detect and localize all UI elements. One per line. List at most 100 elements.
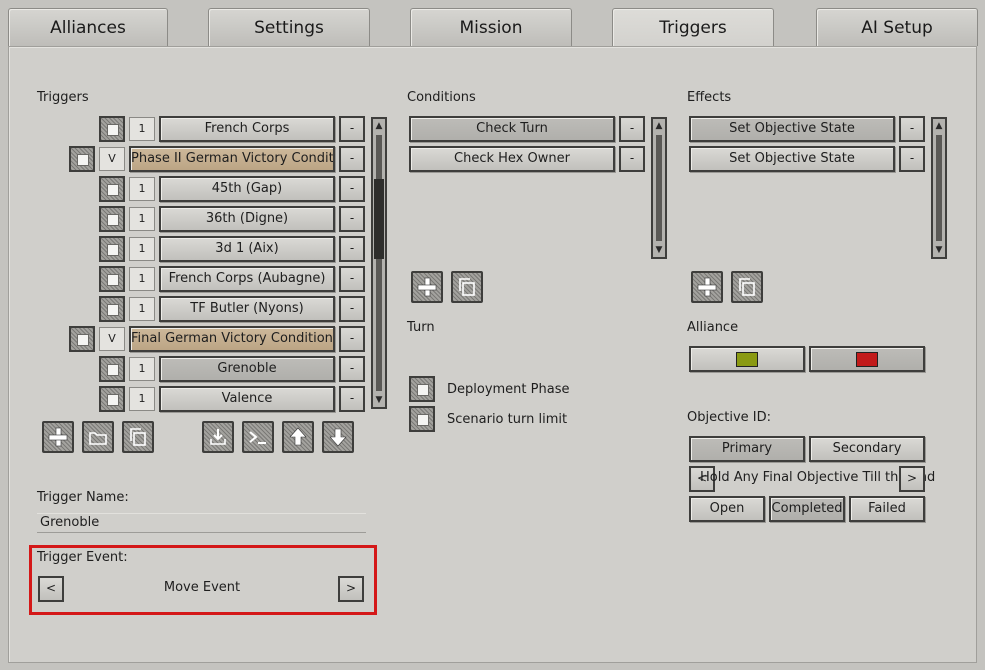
trigger-count: 1 bbox=[129, 357, 155, 381]
add-condition-button[interactable] bbox=[411, 271, 443, 303]
tab-triggers[interactable]: Triggers bbox=[612, 8, 774, 48]
copy-icon bbox=[739, 278, 755, 296]
trigger-event-prev-button[interactable]: < bbox=[38, 576, 64, 602]
trigger-item[interactable]: Valence bbox=[159, 386, 335, 412]
conditions-scrollbar[interactable]: ▲ ▼ bbox=[651, 117, 667, 259]
condition-item[interactable]: Check Hex Owner bbox=[409, 146, 615, 172]
trigger-name-field[interactable]: Grenoble bbox=[37, 513, 366, 533]
trigger-checkbox[interactable] bbox=[99, 236, 125, 262]
tab-ai-setup[interactable]: AI Setup bbox=[816, 8, 978, 46]
scroll-up-icon[interactable]: ▲ bbox=[373, 119, 385, 133]
trigger-remove-button[interactable]: - bbox=[339, 116, 365, 142]
trigger-remove-button[interactable]: - bbox=[339, 146, 365, 172]
copy-icon bbox=[459, 278, 475, 296]
effect-item[interactable]: Set Objective State bbox=[689, 146, 895, 172]
add-effect-button[interactable] bbox=[691, 271, 723, 303]
scroll-track[interactable] bbox=[376, 135, 382, 391]
triggers-heading: Triggers bbox=[37, 90, 89, 105]
scenario-turn-limit-label: Scenario turn limit bbox=[447, 412, 568, 427]
script-button[interactable] bbox=[242, 421, 274, 453]
effect-item-selected[interactable]: Set Objective State bbox=[689, 116, 895, 142]
trigger-checkbox[interactable] bbox=[99, 386, 125, 412]
add-trigger-button[interactable] bbox=[42, 421, 74, 453]
trigger-event-value: Move Event bbox=[163, 580, 241, 595]
trigger-checkbox[interactable] bbox=[99, 266, 125, 292]
add-folder-button[interactable] bbox=[82, 421, 114, 453]
trigger-item[interactable]: Phase II German Victory Conditions bbox=[129, 146, 335, 172]
trigger-remove-button[interactable]: - bbox=[339, 236, 365, 262]
trigger-count: V bbox=[99, 327, 125, 351]
trigger-remove-button[interactable]: - bbox=[339, 356, 365, 382]
triggers-scrollbar[interactable]: ▲ ▼ bbox=[371, 117, 387, 409]
objective-name: Hold Any Final Objective Till the End bbox=[700, 470, 936, 485]
trigger-item[interactable]: French Corps (Aubagne) bbox=[159, 266, 335, 292]
trigger-remove-button[interactable]: - bbox=[339, 266, 365, 292]
trigger-count: 1 bbox=[129, 207, 155, 231]
scroll-down-icon[interactable]: ▼ bbox=[933, 243, 945, 257]
scenario-turn-limit-checkbox[interactable] bbox=[409, 406, 435, 432]
objective-id-heading: Objective ID: bbox=[687, 410, 771, 425]
plus-icon bbox=[697, 277, 717, 297]
objective-next-button[interactable]: > bbox=[899, 466, 925, 492]
primary-objective-button[interactable]: Primary bbox=[689, 436, 805, 462]
effects-scrollbar[interactable]: ▲ ▼ bbox=[931, 117, 947, 259]
copy-condition-button[interactable] bbox=[451, 271, 483, 303]
tab-settings[interactable]: Settings bbox=[208, 8, 370, 46]
condition-item-selected[interactable]: Check Turn bbox=[409, 116, 615, 142]
trigger-remove-button[interactable]: - bbox=[339, 176, 365, 202]
alliance-1-color-swatch bbox=[736, 352, 758, 367]
condition-remove-button[interactable]: - bbox=[619, 116, 645, 142]
trigger-item[interactable]: TF Butler (Nyons) bbox=[159, 296, 335, 322]
conditions-heading: Conditions bbox=[407, 90, 476, 105]
condition-remove-button[interactable]: - bbox=[619, 146, 645, 172]
trigger-item[interactable]: 3d 1 (Aix) bbox=[159, 236, 335, 262]
trigger-item[interactable]: French Corps bbox=[159, 116, 335, 142]
trigger-remove-button[interactable]: - bbox=[339, 386, 365, 412]
trigger-item[interactable]: Final German Victory Conditions bbox=[129, 326, 335, 352]
scroll-down-icon[interactable]: ▼ bbox=[373, 393, 385, 407]
copy-effect-button[interactable] bbox=[731, 271, 763, 303]
scroll-track[interactable] bbox=[936, 135, 942, 241]
trigger-checkbox[interactable] bbox=[99, 176, 125, 202]
move-up-button[interactable] bbox=[282, 421, 314, 453]
scroll-track[interactable] bbox=[656, 135, 662, 241]
trigger-remove-button[interactable]: - bbox=[339, 206, 365, 232]
trigger-remove-button[interactable]: - bbox=[339, 296, 365, 322]
trigger-checkbox[interactable] bbox=[99, 206, 125, 232]
trigger-item-selected[interactable]: Grenoble bbox=[159, 356, 335, 382]
trigger-count: 1 bbox=[129, 177, 155, 201]
alliance-1-button[interactable] bbox=[689, 346, 805, 372]
arrow-down-icon bbox=[329, 428, 347, 447]
copy-trigger-button[interactable] bbox=[122, 421, 154, 453]
objective-state-open-button[interactable]: Open bbox=[689, 496, 765, 522]
trigger-event-next-button[interactable]: > bbox=[338, 576, 364, 602]
trigger-item[interactable]: 36th (Digne) bbox=[159, 206, 335, 232]
tab-alliances[interactable]: Alliances bbox=[8, 8, 168, 46]
trigger-remove-button[interactable]: - bbox=[339, 326, 365, 352]
trigger-checkbox[interactable] bbox=[99, 116, 125, 142]
trigger-count: 1 bbox=[129, 387, 155, 411]
effect-remove-button[interactable]: - bbox=[899, 146, 925, 172]
effects-heading: Effects bbox=[687, 90, 732, 105]
import-button[interactable] bbox=[202, 421, 234, 453]
trigger-checkbox[interactable] bbox=[99, 296, 125, 322]
plus-icon bbox=[417, 277, 437, 297]
secondary-objective-button[interactable]: Secondary bbox=[809, 436, 925, 462]
trigger-checkbox[interactable] bbox=[69, 146, 95, 172]
trigger-item[interactable]: 45th (Gap) bbox=[159, 176, 335, 202]
scroll-thumb[interactable] bbox=[374, 179, 384, 259]
objective-state-failed-button[interactable]: Failed bbox=[849, 496, 925, 522]
scroll-up-icon[interactable]: ▲ bbox=[653, 119, 665, 133]
effect-remove-button[interactable]: - bbox=[899, 116, 925, 142]
scroll-down-icon[interactable]: ▼ bbox=[653, 243, 665, 257]
deployment-phase-checkbox[interactable] bbox=[409, 376, 435, 402]
move-down-button[interactable] bbox=[322, 421, 354, 453]
trigger-checkbox[interactable] bbox=[69, 326, 95, 352]
scroll-up-icon[interactable]: ▲ bbox=[933, 119, 945, 133]
trigger-count: 1 bbox=[129, 297, 155, 321]
tab-mission[interactable]: Mission bbox=[410, 8, 572, 46]
objective-state-completed-button[interactable]: Completed bbox=[769, 496, 845, 522]
alliance-2-button[interactable] bbox=[809, 346, 925, 372]
trigger-checkbox[interactable] bbox=[99, 356, 125, 382]
plus-icon bbox=[48, 427, 68, 447]
